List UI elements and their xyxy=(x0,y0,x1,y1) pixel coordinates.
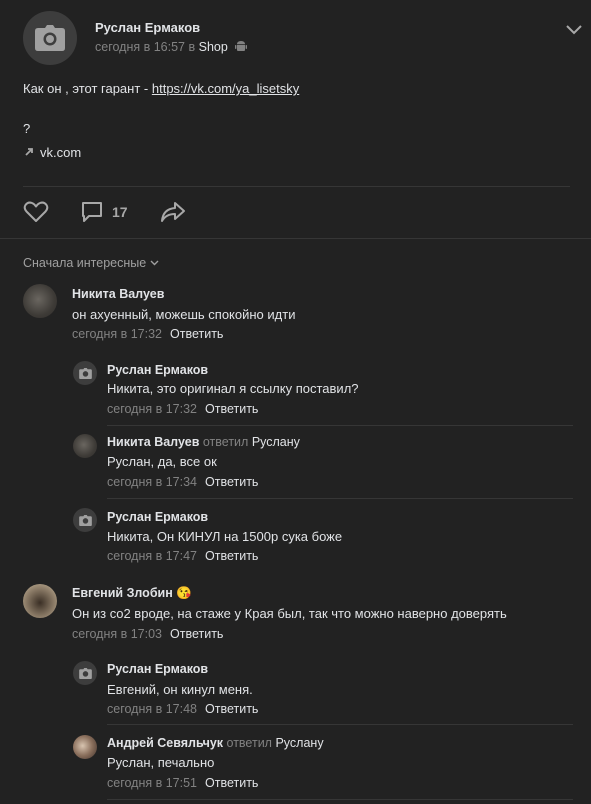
comment-reply: Руслан Ермаков Никита, это оригинал я сс… xyxy=(73,361,573,421)
comment-time[interactable]: сегодня в 17:51 xyxy=(107,776,197,790)
avatar[interactable] xyxy=(73,508,97,532)
reply-button[interactable]: Ответить xyxy=(170,627,223,641)
chevron-down-icon[interactable] xyxy=(565,24,583,36)
post-divider xyxy=(23,186,570,187)
comment-author[interactable]: Руслан Ермаков xyxy=(107,510,208,524)
comment-footer: сегодня в 17:03 Ответить xyxy=(72,627,223,641)
comment-author: Никита Валуев ответил Руслану xyxy=(107,435,300,449)
avatar[interactable] xyxy=(73,735,97,759)
comment-reply: Никита Валуев ответил Руслану Руслан, да… xyxy=(73,434,573,494)
camera-icon xyxy=(78,367,92,379)
comment-author-name[interactable]: Евгений Злобин xyxy=(72,586,173,600)
reply-button[interactable]: Ответить xyxy=(205,549,258,563)
reply-divider xyxy=(107,724,573,725)
reply-divider xyxy=(107,425,573,426)
comment-footer: сегодня в 17:47 Ответить xyxy=(107,549,258,563)
comments-button[interactable]: 17 xyxy=(80,200,128,224)
comment-footer: сегодня в 17:51 Ответить xyxy=(107,776,258,790)
comment-footer: сегодня в 17:32 Ответить xyxy=(107,402,258,416)
comments-count: 17 xyxy=(112,204,128,220)
comment: Евгений Злобин 😘 Он из co2 вроде, на ста… xyxy=(23,584,583,644)
reply-divider xyxy=(107,498,573,499)
comment-text: он ахуенный, можешь спокойно идти xyxy=(72,307,296,322)
replied-label: ответил xyxy=(202,435,249,449)
comment-time[interactable]: сегодня в 17:32 xyxy=(72,327,162,341)
comment-footer: сегодня в 17:34 Ответить xyxy=(107,475,258,489)
avatar[interactable] xyxy=(73,661,97,685)
comment-text: Никита, Он КИНУЛ на 1500р сука боже xyxy=(107,529,343,544)
camera-icon xyxy=(78,667,92,679)
comment-time[interactable]: сегодня в 17:48 xyxy=(107,702,197,716)
comment-author[interactable]: Руслан Ермаков xyxy=(107,662,208,676)
comment: Никита Валуев он ахуенный, можешь спокой… xyxy=(23,284,573,344)
comment-time[interactable]: сегодня в 17:47 xyxy=(107,549,197,563)
reply-button[interactable]: Ответить xyxy=(205,702,258,716)
replied-label: ответил xyxy=(226,736,272,750)
sort-label: Сначала интересные xyxy=(23,256,147,270)
comment-time[interactable]: сегодня в 17:34 xyxy=(107,475,197,489)
post-text: Как он , этот гарант - https://vk.com/ya… xyxy=(23,81,299,96)
reply-button[interactable]: Ответить xyxy=(205,776,258,790)
replied-to[interactable]: Руслану xyxy=(252,435,300,449)
comment-reply: Руслан Ермаков Евгений, он кинул меня. с… xyxy=(73,661,573,721)
reply-divider xyxy=(107,799,573,800)
comment-author-name[interactable]: Никита Валуев xyxy=(107,435,199,449)
share-button[interactable] xyxy=(160,200,186,224)
android-icon xyxy=(235,41,248,51)
avatar[interactable] xyxy=(23,284,57,318)
comment-text: Руслан, да, все ок xyxy=(107,454,217,469)
comment-text: Евгений, он кинул меня. xyxy=(107,682,253,697)
sort-dropdown[interactable]: Сначала интересные xyxy=(23,256,159,270)
avatar[interactable] xyxy=(73,361,97,385)
post-group-link[interactable]: Shop xyxy=(199,40,228,54)
camera-icon xyxy=(78,514,92,526)
comment-footer: сегодня в 17:48 Ответить xyxy=(107,702,258,716)
post-link[interactable]: https://vk.com/ya_lisetsky xyxy=(152,81,299,96)
post-header: Руслан Ермаков сегодня в 16:57 в Shop xyxy=(0,0,591,75)
link-icon xyxy=(25,148,33,156)
comment-author-name[interactable]: Андрей Севяльчук xyxy=(107,736,223,750)
comment-icon xyxy=(82,202,102,222)
comment-time[interactable]: сегодня в 17:32 xyxy=(107,402,197,416)
replied-to[interactable]: Руслану xyxy=(275,736,323,750)
reply-button[interactable]: Ответить xyxy=(205,475,258,489)
comment-text: Он из co2 вроде, на стаже у Края был, та… xyxy=(72,606,507,621)
link-snippet[interactable]: vk.com xyxy=(23,145,81,160)
comment-text: Никита, это оригинал я ссылку поставил? xyxy=(107,381,359,396)
comment-footer: сегодня в 17:32 Ответить xyxy=(72,327,223,341)
like-button[interactable] xyxy=(23,200,49,224)
link-snippet-domain: vk.com xyxy=(40,145,82,160)
comment-time[interactable]: сегодня в 17:03 xyxy=(72,627,162,641)
heart-icon xyxy=(23,201,49,222)
author-avatar[interactable] xyxy=(23,11,77,65)
avatar[interactable] xyxy=(23,584,57,618)
comment-reply: Андрей Севяльчук ответил Руслану Руслан,… xyxy=(73,735,573,795)
comment-text: Руслан, печально xyxy=(107,755,215,770)
share-icon xyxy=(161,202,185,222)
reply-button[interactable]: Ответить xyxy=(170,327,223,341)
comment-reply: Руслан Ермаков Никита, Он КИНУЛ на 1500р… xyxy=(73,508,573,568)
post-text-prefix: Как он , этот гарант - xyxy=(23,81,152,96)
avatar[interactable] xyxy=(73,434,97,458)
reply-button[interactable]: Ответить xyxy=(205,402,258,416)
comment-author: Андрей Севяльчук ответил Руслану xyxy=(107,736,324,750)
post-time[interactable]: сегодня в 16:57 в xyxy=(95,40,195,54)
emoji-icon: 😘 xyxy=(176,586,192,600)
camera-icon xyxy=(35,25,65,51)
comment-author[interactable]: Руслан Ермаков xyxy=(107,363,208,377)
post-author-name[interactable]: Руслан Ермаков xyxy=(95,20,200,35)
post-meta: сегодня в 16:57 в Shop xyxy=(95,40,248,54)
actions-divider xyxy=(0,238,591,239)
comment-author: Евгений Злобин 😘 xyxy=(72,586,192,601)
post-text-line2: ? xyxy=(23,121,31,136)
comment-author[interactable]: Никита Валуев xyxy=(72,287,164,301)
chevron-down-icon xyxy=(150,260,159,266)
post-actions: 17 xyxy=(23,200,323,228)
